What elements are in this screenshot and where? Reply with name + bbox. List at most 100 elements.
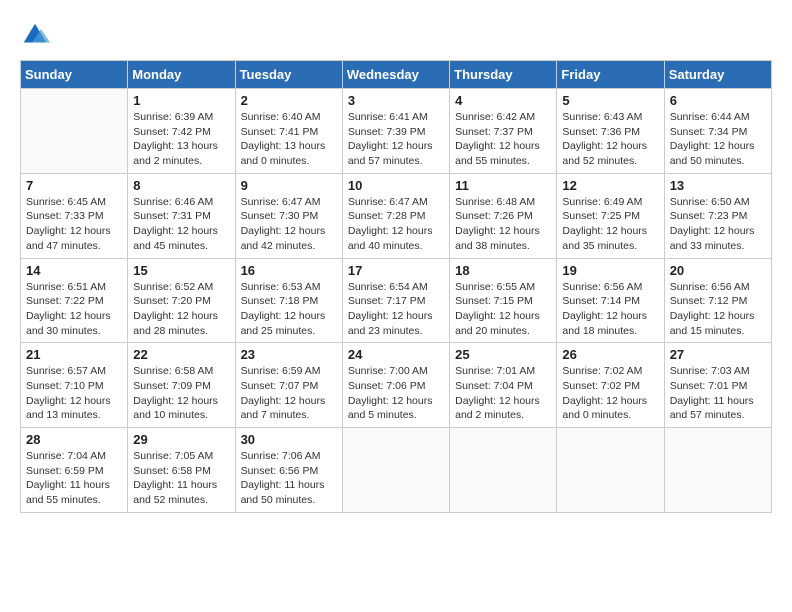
calendar-cell: 28 Sunrise: 7:04 AMSunset: 6:59 PMDayligh… <box>21 428 128 513</box>
calendar-cell: 15 Sunrise: 6:52 AMSunset: 7:20 PMDayligh… <box>128 258 235 343</box>
calendar-cell: 30 Sunrise: 7:06 AMSunset: 6:56 PMDayligh… <box>235 428 342 513</box>
calendar-cell: 14 Sunrise: 6:51 AMSunset: 7:22 PMDayligh… <box>21 258 128 343</box>
day-info: Sunrise: 6:40 AMSunset: 7:41 PMDaylight:… <box>241 110 337 169</box>
day-info: Sunrise: 6:51 AMSunset: 7:22 PMDaylight:… <box>26 280 122 339</box>
day-info: Sunrise: 6:49 AMSunset: 7:25 PMDaylight:… <box>562 195 658 254</box>
day-info: Sunrise: 6:39 AMSunset: 7:42 PMDaylight:… <box>133 110 229 169</box>
day-info: Sunrise: 6:50 AMSunset: 7:23 PMDaylight:… <box>670 195 766 254</box>
day-number: 29 <box>133 432 229 447</box>
calendar-table: SundayMondayTuesdayWednesdayThursdayFrid… <box>20 60 772 513</box>
day-number: 21 <box>26 347 122 362</box>
calendar-cell: 18 Sunrise: 6:55 AMSunset: 7:15 PMDayligh… <box>450 258 557 343</box>
calendar-cell: 11 Sunrise: 6:48 AMSunset: 7:26 PMDayligh… <box>450 173 557 258</box>
calendar-cell: 8 Sunrise: 6:46 AMSunset: 7:31 PMDaylight… <box>128 173 235 258</box>
day-info: Sunrise: 6:45 AMSunset: 7:33 PMDaylight:… <box>26 195 122 254</box>
column-header-saturday: Saturday <box>664 61 771 89</box>
column-header-tuesday: Tuesday <box>235 61 342 89</box>
calendar-cell: 4 Sunrise: 6:42 AMSunset: 7:37 PMDaylight… <box>450 89 557 174</box>
calendar-cell <box>557 428 664 513</box>
calendar-cell: 27Sunrise: 7:03 AMSunset: 7:01 PMDayligh… <box>664 343 771 428</box>
calendar-cell: 25 Sunrise: 7:01 AMSunset: 7:04 PMDayligh… <box>450 343 557 428</box>
calendar-cell: 22 Sunrise: 6:58 AMSunset: 7:09 PMDayligh… <box>128 343 235 428</box>
day-info: Sunrise: 6:53 AMSunset: 7:18 PMDaylight:… <box>241 280 337 339</box>
column-header-wednesday: Wednesday <box>342 61 449 89</box>
day-number: 4 <box>455 93 551 108</box>
column-header-thursday: Thursday <box>450 61 557 89</box>
day-number: 19 <box>562 263 658 278</box>
day-info: Sunrise: 6:58 AMSunset: 7:09 PMDaylight:… <box>133 364 229 423</box>
calendar-cell: 13 Sunrise: 6:50 AMSunset: 7:23 PMDayligh… <box>664 173 771 258</box>
calendar-cell: 16 Sunrise: 6:53 AMSunset: 7:18 PMDayligh… <box>235 258 342 343</box>
logo <box>20 20 54 50</box>
calendar-cell: 6 Sunrise: 6:44 AMSunset: 7:34 PMDaylight… <box>664 89 771 174</box>
day-info: Sunrise: 7:04 AMSunset: 6:59 PMDaylight:… <box>26 449 122 508</box>
day-number: 27 <box>670 347 766 362</box>
day-info: Sunrise: 6:55 AMSunset: 7:15 PMDaylight:… <box>455 280 551 339</box>
day-number: 22 <box>133 347 229 362</box>
calendar-cell: 9Sunrise: 6:47 AMSunset: 7:30 PMDaylight… <box>235 173 342 258</box>
day-number: 17 <box>348 263 444 278</box>
calendar-week-row: 7Sunrise: 6:45 AMSunset: 7:33 PMDaylight… <box>21 173 772 258</box>
day-number: 20 <box>670 263 766 278</box>
day-info: Sunrise: 6:48 AMSunset: 7:26 PMDaylight:… <box>455 195 551 254</box>
day-info: Sunrise: 6:47 AMSunset: 7:30 PMDaylight:… <box>241 195 337 254</box>
calendar-cell <box>450 428 557 513</box>
day-number: 26 <box>562 347 658 362</box>
day-info: Sunrise: 6:46 AMSunset: 7:31 PMDaylight:… <box>133 195 229 254</box>
day-info: Sunrise: 7:00 AMSunset: 7:06 PMDaylight:… <box>348 364 444 423</box>
day-info: Sunrise: 6:42 AMSunset: 7:37 PMDaylight:… <box>455 110 551 169</box>
day-info: Sunrise: 6:57 AMSunset: 7:10 PMDaylight:… <box>26 364 122 423</box>
day-info: Sunrise: 6:54 AMSunset: 7:17 PMDaylight:… <box>348 280 444 339</box>
column-header-friday: Friday <box>557 61 664 89</box>
day-info: Sunrise: 7:06 AMSunset: 6:56 PMDaylight:… <box>241 449 337 508</box>
calendar-week-row: 14 Sunrise: 6:51 AMSunset: 7:22 PMDayligh… <box>21 258 772 343</box>
day-number: 25 <box>455 347 551 362</box>
calendar-header-row: SundayMondayTuesdayWednesdayThursdayFrid… <box>21 61 772 89</box>
day-number: 16 <box>241 263 337 278</box>
calendar-cell: 20 Sunrise: 6:56 AMSunset: 7:12 PMDayligh… <box>664 258 771 343</box>
calendar-cell: 23Sunrise: 6:59 AMSunset: 7:07 PMDayligh… <box>235 343 342 428</box>
day-number: 12 <box>562 178 658 193</box>
calendar-cell: 24 Sunrise: 7:00 AMSunset: 7:06 PMDayligh… <box>342 343 449 428</box>
calendar-week-row: 28 Sunrise: 7:04 AMSunset: 6:59 PMDayligh… <box>21 428 772 513</box>
calendar-cell: 21 Sunrise: 6:57 AMSunset: 7:10 PMDayligh… <box>21 343 128 428</box>
day-number: 11 <box>455 178 551 193</box>
day-number: 1 <box>133 93 229 108</box>
calendar-cell: 26 Sunrise: 7:02 AMSunset: 7:02 PMDayligh… <box>557 343 664 428</box>
calendar-cell: 29 Sunrise: 7:05 AMSunset: 6:58 PMDayligh… <box>128 428 235 513</box>
calendar-cell: 17 Sunrise: 6:54 AMSunset: 7:17 PMDayligh… <box>342 258 449 343</box>
day-number: 30 <box>241 432 337 447</box>
calendar-cell: 7Sunrise: 6:45 AMSunset: 7:33 PMDaylight… <box>21 173 128 258</box>
calendar-cell: 2Sunrise: 6:40 AMSunset: 7:41 PMDaylight… <box>235 89 342 174</box>
day-info: Sunrise: 6:41 AMSunset: 7:39 PMDaylight:… <box>348 110 444 169</box>
calendar-cell <box>342 428 449 513</box>
day-info: Sunrise: 6:47 AMSunset: 7:28 PMDaylight:… <box>348 195 444 254</box>
calendar-cell: 10 Sunrise: 6:47 AMSunset: 7:28 PMDayligh… <box>342 173 449 258</box>
calendar-cell: 1 Sunrise: 6:39 AMSunset: 7:42 PMDaylight… <box>128 89 235 174</box>
column-header-monday: Monday <box>128 61 235 89</box>
day-number: 6 <box>670 93 766 108</box>
day-number: 15 <box>133 263 229 278</box>
calendar-cell <box>664 428 771 513</box>
day-info: Sunrise: 6:56 AMSunset: 7:12 PMDaylight:… <box>670 280 766 339</box>
day-number: 24 <box>348 347 444 362</box>
day-number: 3 <box>348 93 444 108</box>
day-info: Sunrise: 7:05 AMSunset: 6:58 PMDaylight:… <box>133 449 229 508</box>
calendar-cell: 19Sunrise: 6:56 AMSunset: 7:14 PMDayligh… <box>557 258 664 343</box>
day-number: 8 <box>133 178 229 193</box>
day-info: Sunrise: 7:02 AMSunset: 7:02 PMDaylight:… <box>562 364 658 423</box>
calendar-week-row: 1 Sunrise: 6:39 AMSunset: 7:42 PMDaylight… <box>21 89 772 174</box>
column-header-sunday: Sunday <box>21 61 128 89</box>
day-number: 10 <box>348 178 444 193</box>
day-info: Sunrise: 7:01 AMSunset: 7:04 PMDaylight:… <box>455 364 551 423</box>
calendar-cell <box>21 89 128 174</box>
day-number: 18 <box>455 263 551 278</box>
day-number: 28 <box>26 432 122 447</box>
calendar-cell: 5Sunrise: 6:43 AMSunset: 7:36 PMDaylight… <box>557 89 664 174</box>
day-number: 13 <box>670 178 766 193</box>
day-number: 14 <box>26 263 122 278</box>
day-info: Sunrise: 6:44 AMSunset: 7:34 PMDaylight:… <box>670 110 766 169</box>
day-number: 23 <box>241 347 337 362</box>
day-info: Sunrise: 6:52 AMSunset: 7:20 PMDaylight:… <box>133 280 229 339</box>
calendar-cell: 12 Sunrise: 6:49 AMSunset: 7:25 PMDayligh… <box>557 173 664 258</box>
